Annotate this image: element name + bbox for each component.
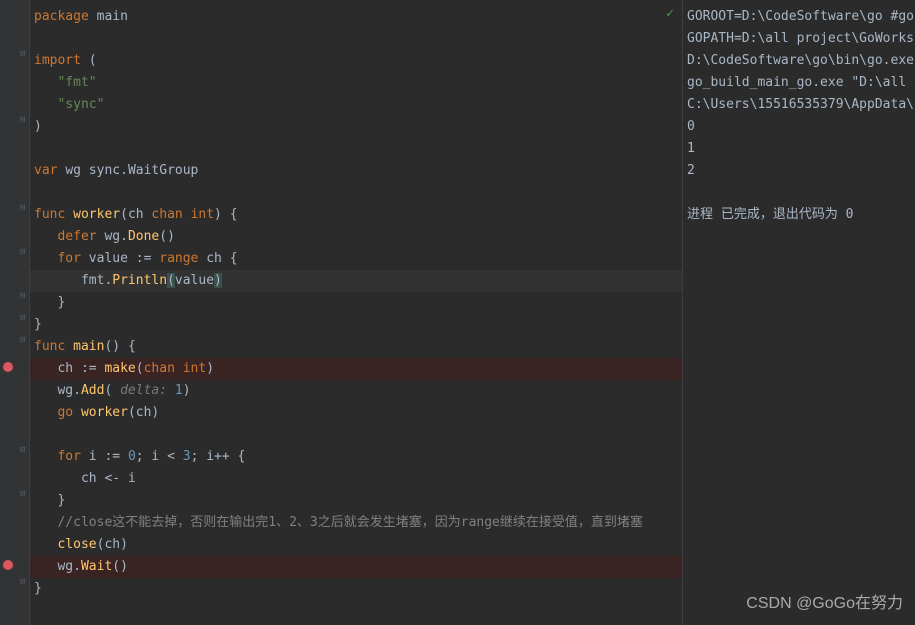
- code-line: import (: [30, 50, 682, 72]
- console-output: go_build_main_go.exe "D:\all: [687, 72, 911, 94]
- code-line: for i := 0; i < 3; i++ {: [30, 446, 682, 468]
- console-output: C:\Users\15516535379\AppData\: [687, 94, 911, 116]
- code-line: "sync": [30, 94, 682, 116]
- fold-icon[interactable]: ⊟: [20, 247, 25, 257]
- fold-icon[interactable]: ⊟: [20, 115, 25, 125]
- console-output: 0: [687, 116, 911, 138]
- code-line: fmt.Println(value): [30, 270, 682, 292]
- code-line: ch <- i: [30, 468, 682, 490]
- breakpoint-icon[interactable]: [3, 362, 13, 372]
- code-line: [30, 182, 682, 204]
- code-line: wg.Add( delta: 1): [30, 380, 682, 402]
- code-line: }: [30, 292, 682, 314]
- code-line: func main() {: [30, 336, 682, 358]
- editor-gutter: ⊟ ⊟ ⊟ ⊟ ⊟ ⊟ ⊟ ⊟ ⊟ ⊟: [0, 0, 30, 625]
- console-output: 2: [687, 160, 911, 182]
- code-line: go worker(ch): [30, 402, 682, 424]
- console-output: 1: [687, 138, 911, 160]
- code-line: "fmt": [30, 72, 682, 94]
- fold-icon[interactable]: ⊟: [20, 577, 25, 587]
- code-line: func worker(ch chan int) {: [30, 204, 682, 226]
- code-line: ch := make(chan int): [30, 358, 682, 380]
- console-output: GOPATH=D:\all project\GoWorks: [687, 28, 911, 50]
- code-editor[interactable]: ✓ package main import ( "fmt" "sync" ) v…: [30, 0, 682, 625]
- code-line: ): [30, 116, 682, 138]
- run-console[interactable]: GOROOT=D:\CodeSoftware\go #go GOPATH=D:\…: [682, 0, 915, 625]
- fold-icon[interactable]: ⊟: [20, 49, 25, 59]
- console-output: GOROOT=D:\CodeSoftware\go #go: [687, 6, 911, 28]
- code-line: var wg sync.WaitGroup: [30, 160, 682, 182]
- code-line: [30, 138, 682, 160]
- code-line: }: [30, 578, 682, 600]
- console-exit-status: 进程 已完成，退出代码为 0: [687, 204, 911, 226]
- console-output: [687, 182, 911, 204]
- fold-icon[interactable]: ⊟: [20, 203, 25, 213]
- code-line: close(ch): [30, 534, 682, 556]
- code-line: package main: [30, 6, 682, 28]
- code-line: }: [30, 490, 682, 512]
- breakpoint-icon[interactable]: [3, 560, 13, 570]
- fold-icon[interactable]: ⊟: [20, 313, 25, 323]
- csdn-watermark: CSDN @GoGo在努力: [746, 589, 903, 613]
- code-line: }: [30, 314, 682, 336]
- code-line: defer wg.Done(): [30, 226, 682, 248]
- code-line: [30, 28, 682, 50]
- code-line: //close这不能去掉，否则在输出完1、2、3之后就会发生堵塞，因为range…: [30, 512, 682, 534]
- code-line: [30, 424, 682, 446]
- fold-icon[interactable]: ⊟: [20, 291, 25, 301]
- fold-icon[interactable]: ⊟: [20, 335, 25, 345]
- console-output: D:\CodeSoftware\go\bin\go.exe: [687, 50, 911, 72]
- fold-icon[interactable]: ⊟: [20, 489, 25, 499]
- code-line: wg.Wait(): [30, 556, 682, 578]
- fold-icon[interactable]: ⊟: [20, 445, 25, 455]
- code-line: for value := range ch {: [30, 248, 682, 270]
